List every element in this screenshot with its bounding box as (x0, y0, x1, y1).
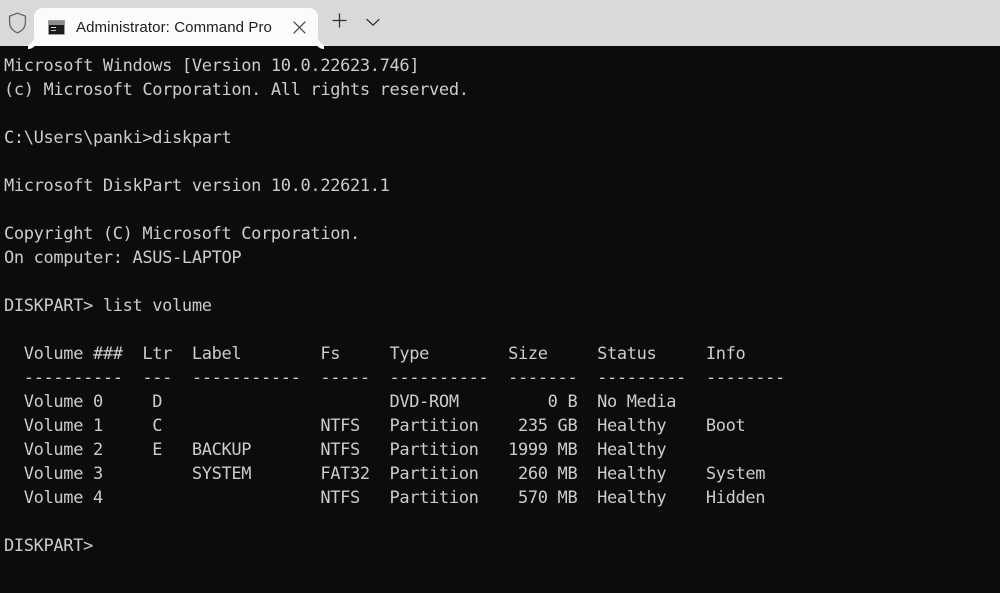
shield-icon (8, 12, 27, 34)
console-window-icon (48, 20, 65, 35)
terminal-window: Administrator: Command Pro (0, 0, 1000, 593)
tab-command-prompt[interactable]: Administrator: Command Pro (34, 8, 318, 46)
chevron-down-icon (366, 14, 380, 32)
tab-dropdown-button[interactable] (356, 8, 390, 38)
close-icon[interactable] (286, 14, 312, 40)
titlebar[interactable]: Administrator: Command Pro (0, 0, 1000, 46)
terminal-text: Microsoft Windows [Version 10.0.22623.74… (4, 54, 1000, 558)
tab-title: Administrator: Command Pro (76, 19, 272, 36)
new-tab-button[interactable] (322, 8, 356, 38)
tab-corner-right (318, 36, 328, 46)
titlebar-actions (322, 0, 390, 46)
plus-icon (332, 13, 347, 33)
terminal-output-area[interactable]: Microsoft Windows [Version 10.0.22623.74… (0, 46, 1000, 593)
tabstrip[interactable]: Administrator: Command Pro (34, 0, 318, 46)
